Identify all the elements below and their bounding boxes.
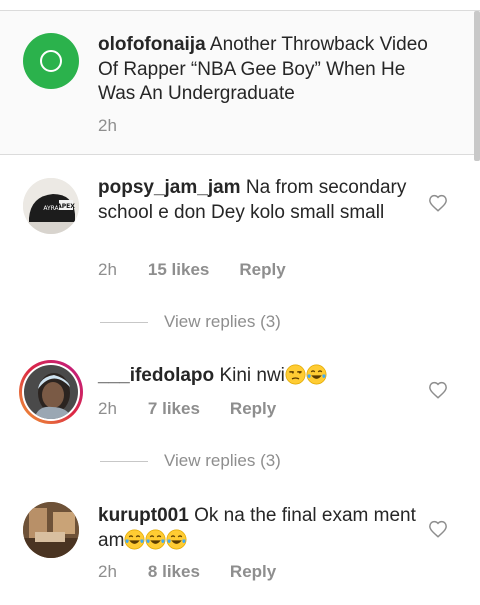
caption-time: 2h bbox=[98, 116, 117, 135]
cap-photo-icon: AYRA APEX bbox=[23, 178, 79, 234]
comment-body: Kini nwi bbox=[219, 365, 285, 386]
comment-time: 2h bbox=[98, 260, 117, 279]
room-photo-icon bbox=[23, 502, 79, 558]
comment-time: 2h bbox=[98, 399, 117, 418]
caption-text: olofofonaija Another Throwback Video Of … bbox=[98, 33, 428, 107]
comment-text-popsy: popsy_jam_jam Na from secondary school e… bbox=[98, 176, 418, 225]
comment-username[interactable]: kurupt001 bbox=[98, 505, 189, 526]
reply-button[interactable]: Reply bbox=[230, 399, 276, 419]
view-replies-popsy[interactable]: View replies (3) bbox=[100, 312, 281, 332]
svg-text:APEX: APEX bbox=[57, 203, 75, 210]
comment-text-kurupt: kurupt001 Ok na the final exam ment am bbox=[98, 504, 418, 553]
view-replies-label[interactable]: View replies (3) bbox=[164, 451, 281, 471]
likes-count[interactable]: 7 likes bbox=[148, 399, 200, 419]
like-heart-icon[interactable] bbox=[428, 194, 448, 212]
tears-of-joy-icon bbox=[306, 364, 327, 385]
comment-avatar-ifedolapo[interactable] bbox=[19, 360, 83, 424]
unamused-face-icon bbox=[285, 364, 306, 385]
comment-meta-kurupt: 2h 8 likes Reply bbox=[98, 562, 276, 582]
caption-username[interactable]: olofofonaija bbox=[98, 34, 206, 55]
comment-avatar-popsy[interactable]: AYRA APEX bbox=[23, 178, 79, 234]
like-heart-icon[interactable] bbox=[428, 381, 448, 399]
like-heart-icon[interactable] bbox=[428, 520, 448, 538]
comment-meta-popsy: 2h 15 likes Reply bbox=[98, 260, 286, 280]
likes-count[interactable]: 15 likes bbox=[148, 260, 209, 280]
scrollbar[interactable] bbox=[474, 11, 480, 161]
tears-of-joy-icon bbox=[124, 529, 145, 549]
view-replies-line bbox=[100, 321, 148, 323]
comment-username[interactable]: popsy_jam_jam bbox=[98, 177, 241, 198]
view-replies-ifedolapo[interactable]: View replies (3) bbox=[100, 451, 281, 471]
comment-meta-ifedolapo: 2h 7 likes Reply bbox=[98, 399, 276, 419]
view-replies-label[interactable]: View replies (3) bbox=[164, 312, 281, 332]
comment-time: 2h bbox=[98, 562, 117, 581]
reply-button[interactable]: Reply bbox=[239, 260, 285, 280]
woman-photo-icon bbox=[24, 365, 78, 419]
comment-username[interactable]: ___ifedolapo bbox=[98, 365, 214, 386]
tears-of-joy-icon bbox=[145, 529, 166, 549]
likes-count[interactable]: 8 likes bbox=[148, 562, 200, 582]
reply-button[interactable]: Reply bbox=[230, 562, 276, 582]
comment-text-ifedolapo: ___ifedolapo Kini nwi bbox=[98, 364, 418, 389]
caption-meta: 2h bbox=[98, 116, 117, 136]
tears-of-joy-icon bbox=[166, 529, 187, 549]
caption-avatar[interactable] bbox=[23, 33, 79, 89]
comment-avatar-kurupt[interactable] bbox=[23, 502, 79, 558]
profile-ring-icon bbox=[40, 50, 62, 72]
view-replies-line bbox=[100, 460, 148, 462]
